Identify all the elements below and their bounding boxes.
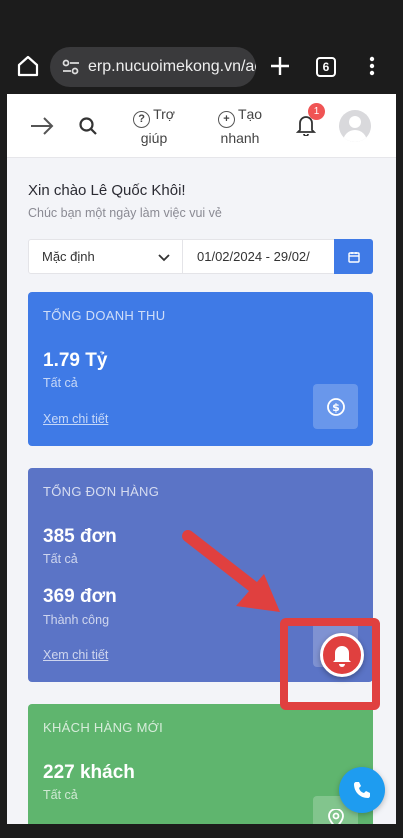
address-bar[interactable]: erp.nucuoimekong.vn/ad bbox=[50, 47, 256, 87]
customers-title: KHÁCH HÀNG MỚI bbox=[43, 720, 164, 735]
quick-create-button[interactable]: + Tạo nhanh bbox=[210, 106, 270, 146]
revenue-detail-link[interactable]: Xem chi tiết bbox=[43, 412, 108, 426]
top-navigation: ? Trợ giúp + Tạo nhanh 1 bbox=[7, 94, 396, 158]
avatar[interactable] bbox=[339, 110, 371, 142]
new-tab-icon[interactable] bbox=[266, 52, 294, 80]
revenue-card: TỔNG DOANH THU 1.79 Tỷ Tất cả Xem chi ti… bbox=[28, 292, 373, 446]
customers-caption: Tất cả bbox=[43, 788, 78, 802]
phone-icon[interactable] bbox=[339, 767, 385, 813]
period-select[interactable]: Mặc định bbox=[29, 240, 183, 273]
help-label-1: Trợ bbox=[153, 106, 175, 123]
filter-bar: Mặc định 01/02/2024 - 29/02/ bbox=[28, 239, 373, 274]
help-icon: ? bbox=[133, 110, 151, 128]
help-button[interactable]: ? Trợ giúp bbox=[125, 106, 183, 146]
orders-all-value: 385 đơn bbox=[43, 526, 117, 547]
chevron-down-icon bbox=[158, 254, 170, 262]
greeting-title: Xin chào Lê Quốc Khôi! bbox=[28, 182, 186, 199]
help-label-2: giúp bbox=[140, 129, 168, 146]
url-text: erp.nucuoimekong.vn/ad bbox=[88, 58, 256, 75]
create-label-2: nhanh bbox=[220, 129, 260, 146]
orders-success-caption: Thành công bbox=[43, 613, 110, 627]
orders-all-caption: Tất cả bbox=[43, 552, 78, 566]
tab-count: 6 bbox=[322, 60, 330, 74]
arrow-right-icon[interactable] bbox=[27, 112, 57, 140]
create-label-1: Tạo bbox=[237, 106, 263, 123]
orders-detail-link[interactable]: Xem chi tiết bbox=[43, 648, 108, 662]
revenue-title: TỔNG DOANH THU bbox=[43, 308, 166, 323]
site-settings-icon[interactable] bbox=[62, 58, 80, 76]
orders-title: TỔNG ĐƠN HÀNG bbox=[43, 484, 160, 499]
customers-card: KHÁCH HÀNG MỚI 227 khách Tất cả bbox=[28, 704, 373, 824]
calendar-button[interactable] bbox=[334, 239, 373, 274]
notification-badge: 1 bbox=[308, 103, 325, 120]
date-range-input[interactable]: 01/02/2024 - 29/02/ bbox=[197, 240, 335, 273]
more-menu-icon[interactable] bbox=[364, 52, 380, 80]
tab-switcher-icon[interactable]: 6 bbox=[316, 57, 336, 77]
home-icon[interactable] bbox=[14, 52, 42, 80]
frame-bottom bbox=[0, 824, 403, 838]
revenue-value: 1.79 Tỷ bbox=[43, 350, 108, 371]
customers-value: 227 khách bbox=[43, 762, 135, 783]
orders-success-value: 369 đơn bbox=[43, 586, 117, 607]
browser-toolbar: erp.nucuoimekong.vn/ad 6 bbox=[0, 0, 403, 94]
calendar-icon bbox=[347, 251, 360, 263]
alert-bell-icon[interactable] bbox=[320, 633, 364, 677]
dollar-icon: $ bbox=[313, 384, 358, 429]
period-select-value: Mặc định bbox=[42, 249, 95, 264]
revenue-caption: Tất cả bbox=[43, 376, 78, 390]
svg-text:$: $ bbox=[332, 401, 340, 414]
frame-right bbox=[396, 94, 403, 824]
web-page: ? Trợ giúp + Tạo nhanh 1 Xin chào Lê Quốc … bbox=[7, 94, 396, 824]
frame-left bbox=[0, 94, 7, 824]
plus-circle-icon: + bbox=[217, 110, 235, 128]
search-icon[interactable] bbox=[75, 112, 101, 140]
annotation-arrow-icon bbox=[182, 530, 280, 612]
greeting-subtitle: Chúc bạn một ngày làm việc vui vẻ bbox=[28, 206, 222, 220]
